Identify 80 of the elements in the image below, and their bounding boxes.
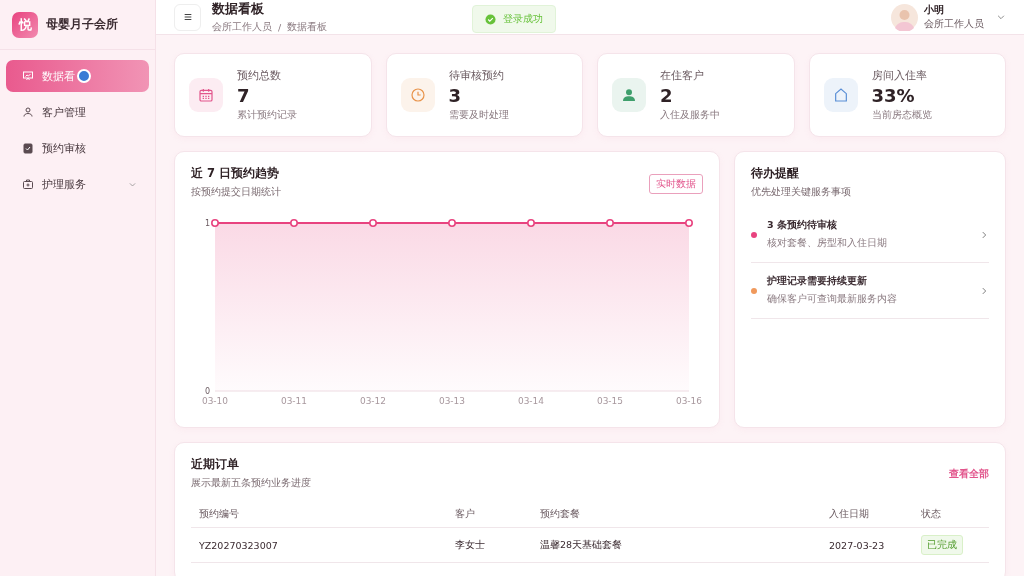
stat-label: 房间入住率 xyxy=(871,68,928,83)
user-name: 小明 xyxy=(924,3,945,17)
stat-note: 入住及服务中 xyxy=(660,108,720,122)
chart-board-icon xyxy=(22,70,34,82)
y-tick-label: 1 xyxy=(204,219,210,228)
toast-message: 登录成功 xyxy=(503,12,543,26)
todo-title: 3 条预约待审核 xyxy=(767,219,838,232)
card-title: 待办提醒 xyxy=(751,166,800,181)
person-icon xyxy=(621,87,637,103)
data-point xyxy=(606,219,614,227)
x-tick-label: 03-10 xyxy=(201,396,229,406)
x-tick-label: 03-13 xyxy=(438,396,466,406)
realtime-tag: 实时数据 xyxy=(649,174,703,194)
user-avatar[interactable] xyxy=(891,3,918,31)
breadcrumb-item[interactable]: 会所工作人员 xyxy=(212,21,272,34)
todo-title: 护理记录需要持续更新 xyxy=(767,275,868,288)
breadcrumb-item: 数据看板 xyxy=(287,21,328,34)
stat-note: 需要及时处理 xyxy=(448,108,509,122)
medical-kit-icon xyxy=(22,178,34,190)
clipboard-icon xyxy=(22,142,34,154)
stat-value: 3 xyxy=(448,84,463,107)
clock-icon xyxy=(409,87,426,103)
breadcrumb-separator: / xyxy=(278,22,282,33)
stat-note: 当前房态概览 xyxy=(871,108,932,122)
cursor-dot xyxy=(77,69,91,83)
column-header: 入住日期 xyxy=(821,502,913,528)
column-header: 预约套餐 xyxy=(532,502,821,528)
x-tick-label: 03-16 xyxy=(675,396,703,406)
menu-icon xyxy=(182,12,193,22)
card-subtitle: 按预约提交日期统计 xyxy=(191,186,282,199)
user-role: 会所工作人员 xyxy=(924,18,984,31)
stat-value: 7 xyxy=(237,84,251,107)
stat-label: 待审核预约 xyxy=(448,68,505,83)
home-icon xyxy=(832,87,849,103)
card-subtitle: 优先处理关键服务事项 xyxy=(751,186,852,199)
x-tick-label: 03-15 xyxy=(596,396,624,406)
stat-label: 在住客户 xyxy=(660,68,705,83)
data-point xyxy=(211,219,219,227)
card-title: 近期订单 xyxy=(191,457,240,472)
check-circle-icon xyxy=(485,13,496,25)
column-header: 客户 xyxy=(447,502,532,528)
data-point xyxy=(290,219,298,227)
column-header: 预约编号 xyxy=(191,502,447,528)
x-tick-label: 03-11 xyxy=(280,396,308,406)
sidebar-item[interactable]: 预约审核 xyxy=(6,132,149,164)
data-point xyxy=(685,219,693,227)
x-tick-label: 03-14 xyxy=(517,396,545,406)
table-cell: 温馨28天基础套餐 xyxy=(532,528,821,563)
brand-name: 母婴月子会所 xyxy=(46,16,118,33)
calendar-icon xyxy=(198,87,214,103)
chevron-down-icon[interactable] xyxy=(996,12,1006,22)
logo: 悦 xyxy=(12,11,38,38)
x-tick-label: 03-12 xyxy=(359,396,387,406)
todo-description: 核对套餐、房型和入住日期 xyxy=(767,237,888,250)
chevron-right-icon xyxy=(979,229,989,240)
y-tick-label: 0 xyxy=(204,387,210,396)
todo-description: 确保客户可查询最新服务内容 xyxy=(767,293,898,306)
stat-value: 2 xyxy=(660,84,674,107)
stat-label: 预约总数 xyxy=(237,68,282,83)
stat-value: 33% xyxy=(871,84,916,107)
page-title: 数据看板 xyxy=(212,0,265,18)
user-icon xyxy=(22,106,34,118)
card-subtitle: 展示最新五条预约业务进度 xyxy=(191,477,311,490)
table-cell: 2027-03-23 xyxy=(821,528,913,563)
menu-button[interactable] xyxy=(174,3,201,31)
sidebar-item[interactable]: 客户管理 xyxy=(6,96,149,128)
status-tag: 已完成 xyxy=(921,535,963,555)
data-point xyxy=(527,219,535,227)
todo-item[interactable]: 护理记录需要持续更新 确保客户可查询最新服务内容 xyxy=(751,263,989,319)
data-point xyxy=(369,219,377,227)
card-title: 近 7 日预约趋势 xyxy=(191,166,280,181)
table-cell: YZ20270323007 xyxy=(191,528,447,563)
todo-item[interactable]: 3 条预约待审核 核对套餐、房型和入住日期 xyxy=(751,207,989,263)
data-point xyxy=(448,219,456,227)
view-all-link[interactable]: 查看全部 xyxy=(949,466,989,481)
column-header: 状态 xyxy=(913,502,989,528)
stat-note: 累计预约记录 xyxy=(237,108,297,122)
table-cell: 李女士 xyxy=(447,528,532,563)
sidebar-item[interactable]: 护理服务 xyxy=(6,168,149,200)
chevron-right-icon xyxy=(979,285,989,296)
